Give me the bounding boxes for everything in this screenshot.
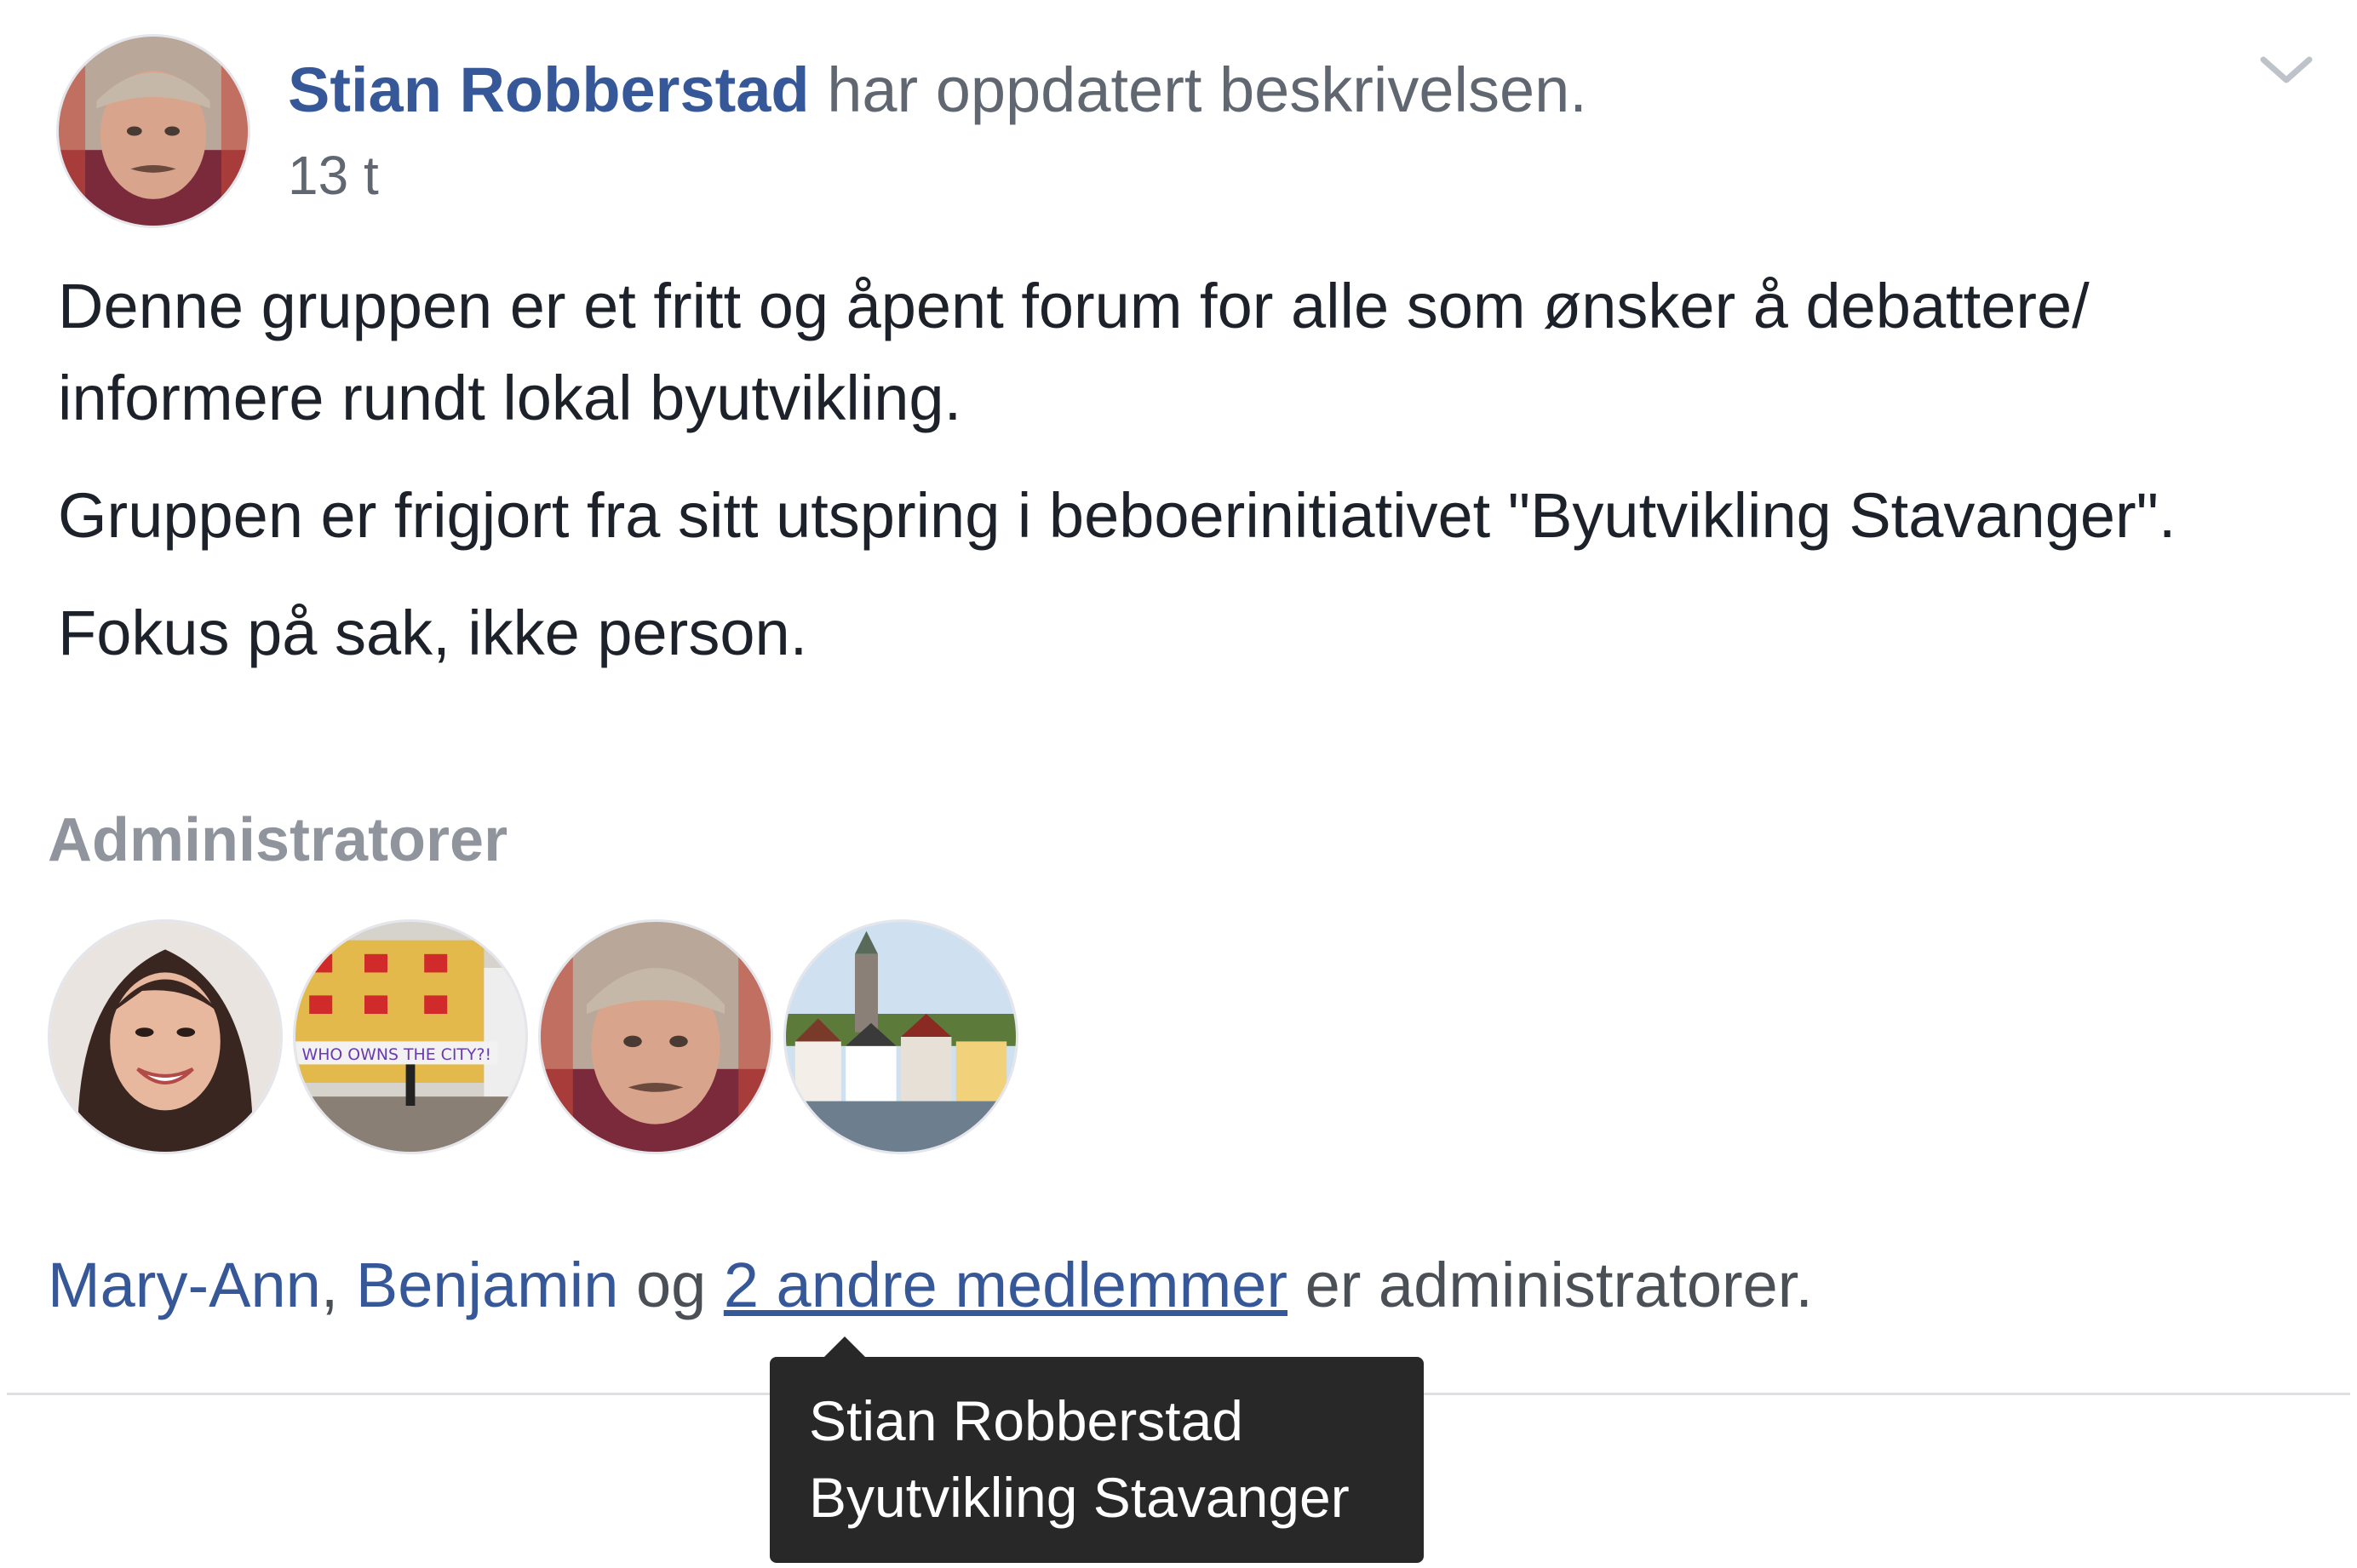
admin-avatar-stian[interactable] [538, 919, 773, 1154]
tooltip-arrow [823, 1336, 867, 1359]
group-description: Denne gruppen er et fritt og åpent forum… [58, 260, 2323, 705]
post-action-text: har oppdatert beskrivelsen. [827, 54, 1587, 125]
post-header-line: Stian Robberstad har oppdatert beskrivel… [288, 51, 1587, 129]
author-avatar[interactable] [56, 34, 250, 228]
admin-avatar-fourth[interactable] [783, 919, 1018, 1154]
banner-text: WHO OWNS THE CITY?! [302, 1045, 492, 1064]
post-timestamp[interactable]: 13 t [288, 141, 379, 209]
joiner-text: og [618, 1250, 724, 1320]
admin-link-mary-ann[interactable]: Mary-Ann [48, 1250, 321, 1320]
admin-avatar-mary-ann[interactable] [48, 919, 283, 1154]
admins-summary: Mary-Ann, Benjamin og 2 andre medlemmer … [48, 1245, 1813, 1326]
separator-text: , [320, 1250, 356, 1320]
author-name-link[interactable]: Stian Robberstad [288, 54, 810, 125]
admin-link-benjamin[interactable]: Benjamin [356, 1250, 619, 1320]
admins-heading: Administratorer [48, 806, 508, 874]
suffix-text: er administratorer. [1287, 1250, 1813, 1320]
tooltip-line-group: Byutvikling Stavanger [809, 1466, 1350, 1529]
admin-avatar-benjamin[interactable]: WHO OWNS THE CITY?! [293, 919, 528, 1154]
description-paragraph: Denne gruppen er et fritt og åpent forum… [58, 271, 2090, 433]
post-action-label: har oppdatert beskrivelsen. [827, 54, 1587, 125]
hover-tooltip: Stian Robberstad Byutvikling Stavanger [770, 1357, 1424, 1563]
group-description-card: Stian Robberstad har oppdatert beskrivel… [0, 0, 2357, 1568]
other-admins-link[interactable]: 2 andre medlemmer [724, 1250, 1287, 1320]
description-paragraph: Gruppen er frigjort fra sitt utspring i … [58, 480, 2176, 551]
chevron-down-icon[interactable] [2257, 44, 2316, 95]
description-paragraph: Fokus på sak, ikke person. [58, 598, 808, 668]
tooltip-line-name: Stian Robberstad [809, 1389, 1243, 1452]
